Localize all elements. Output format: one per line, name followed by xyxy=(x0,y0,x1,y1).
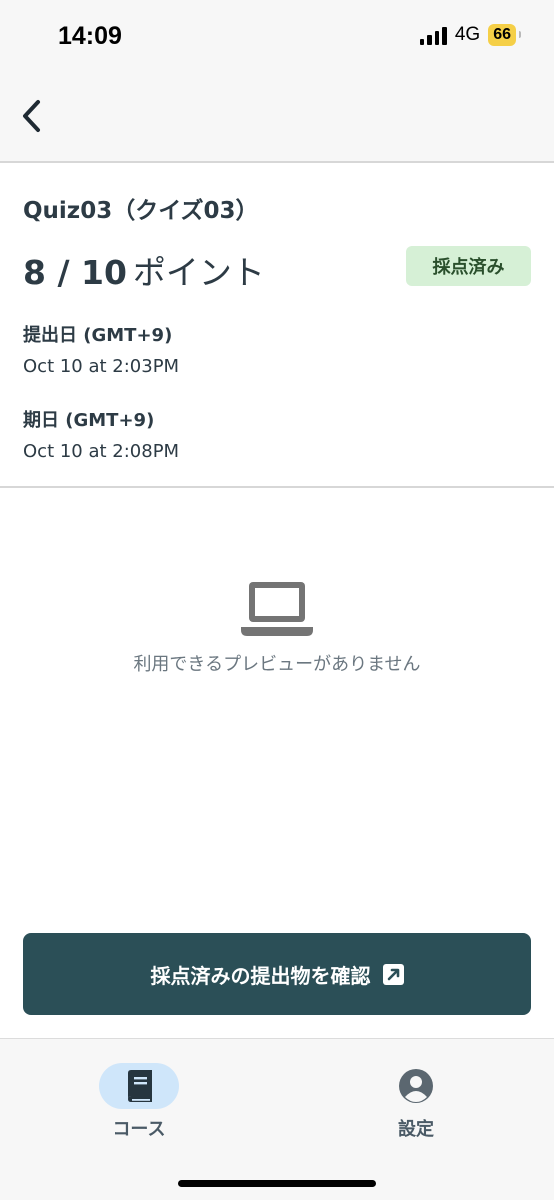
view-graded-submission-label: 採点済みの提出物を確認 xyxy=(150,963,371,988)
chevron-left-icon xyxy=(23,100,40,132)
tab-settings-label: 設定 xyxy=(398,1119,434,1140)
tab-courses[interactable]: コース xyxy=(69,1063,209,1143)
external-link-icon xyxy=(382,963,404,985)
back-button[interactable] xyxy=(16,96,52,136)
home-indicator[interactable] xyxy=(178,1180,376,1187)
tab-settings-icon-wrap xyxy=(376,1063,456,1109)
status-bar: 14:09 4G 66 xyxy=(0,0,554,76)
no-preview-message: 利用できるプレビューがありません xyxy=(133,654,421,675)
user-circle-icon xyxy=(399,1069,433,1103)
signal-icon xyxy=(419,26,447,45)
view-graded-submission-button[interactable]: 採点済みの提出物を確認 xyxy=(23,933,531,1015)
status-time: 14:09 xyxy=(58,22,122,50)
submitted-date-value: Oct 10 at 2:03PM xyxy=(23,356,180,377)
quiz-title: Quiz03（クイズ03） xyxy=(23,198,259,224)
preview-area: 利用できるプレビューがありません xyxy=(0,490,554,930)
tab-settings[interactable]: 設定 xyxy=(346,1063,486,1143)
status-indicators: 4G 66 xyxy=(419,24,521,46)
due-date-label: 期日 (GMT+9) xyxy=(23,410,155,431)
tab-courses-icon-highlight xyxy=(99,1063,179,1109)
score-unit: ポイント xyxy=(132,253,265,292)
submitted-date-label: 提出日 (GMT+9) xyxy=(23,325,173,346)
submission-summary: Quiz03（クイズ03） 8 / 10 ポイント 採点済み 提出日 (GMT+9… xyxy=(0,163,554,488)
navigation-bar xyxy=(0,76,554,163)
score-row: 8 / 10 ポイント xyxy=(23,246,265,294)
tab-courses-label: コース xyxy=(112,1119,166,1140)
tab-bar: コース 設定 xyxy=(0,1038,554,1200)
laptop-icon xyxy=(241,582,313,636)
graded-status-badge: 採点済み xyxy=(406,246,531,286)
score-value: 8 / 10 xyxy=(23,253,127,292)
book-icon xyxy=(128,1070,152,1102)
battery-icon: 66 xyxy=(488,24,521,46)
due-date-value: Oct 10 at 2:08PM xyxy=(23,441,180,462)
network-type: 4G xyxy=(454,24,481,45)
